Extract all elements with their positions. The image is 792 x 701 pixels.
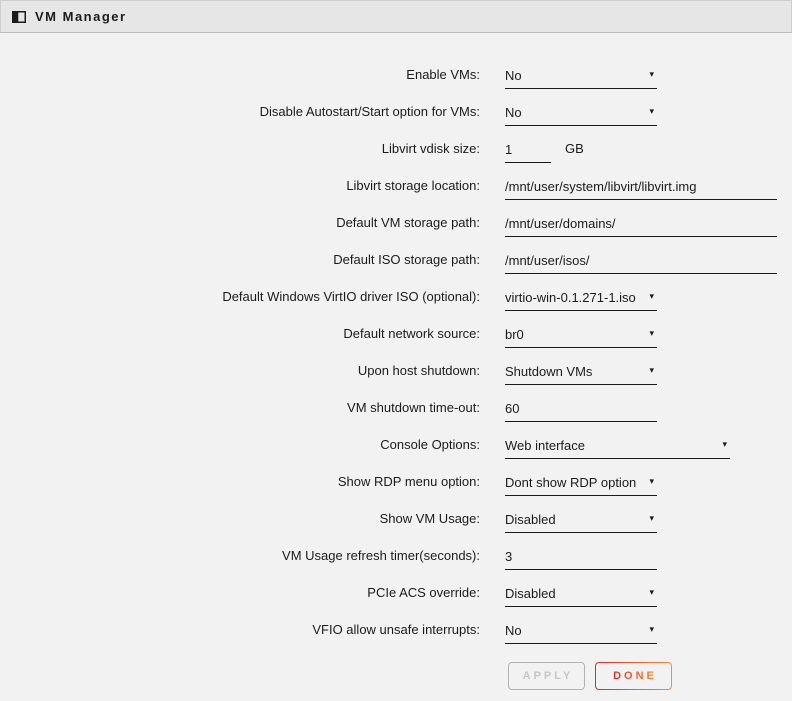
field-label: Show VM Usage: bbox=[0, 511, 480, 527]
field-label: Default VM storage path: bbox=[0, 215, 480, 231]
done-button[interactable]: DONE bbox=[595, 662, 672, 690]
form-row-rdp-menu: Show RDP menu option: Dont show RDP opti… bbox=[0, 474, 792, 496]
iso-storage-path-input[interactable] bbox=[505, 252, 777, 269]
form-row-enable-vms: Enable VMs: No ▾ bbox=[0, 67, 792, 89]
vm-storage-path-input[interactable] bbox=[505, 215, 777, 232]
form-row-vdisk-size: Libvirt vdisk size: GB bbox=[0, 141, 792, 163]
vdisk-size-field[interactable] bbox=[505, 141, 551, 163]
vdisk-size-input[interactable] bbox=[505, 141, 551, 158]
form-row-host-shutdown: Upon host shutdown: Shutdown VMs ▾ bbox=[0, 363, 792, 385]
field-label: Libvirt storage location: bbox=[0, 178, 480, 194]
vdisk-size-unit: GB bbox=[565, 141, 584, 157]
rdp-menu-field[interactable]: Dont show RDP option ▾ bbox=[505, 474, 657, 496]
form-row-vfio-interrupts: VFIO allow unsafe interrupts: No ▾ bbox=[0, 622, 792, 644]
form-row-network-source: Default network source: br0 ▾ bbox=[0, 326, 792, 348]
field-label: VM Usage refresh timer(seconds): bbox=[0, 548, 480, 564]
field-label: Upon host shutdown: bbox=[0, 363, 480, 379]
enable-vms-field[interactable]: No ▾ bbox=[505, 67, 657, 89]
form-row-usage-refresh: VM Usage refresh timer(seconds): bbox=[0, 548, 792, 570]
form-row-disable-autostart: Disable Autostart/Start option for VMs: … bbox=[0, 104, 792, 126]
virtio-iso-field[interactable]: virtio-win-0.1.271-1.iso ▾ bbox=[505, 289, 657, 311]
host-shutdown-select[interactable]: Shutdown VMs bbox=[505, 363, 657, 380]
field-label: Show RDP menu option: bbox=[0, 474, 480, 490]
field-label: Default network source: bbox=[0, 326, 480, 342]
shutdown-timeout-input[interactable] bbox=[505, 400, 657, 417]
done-button-label: DONE bbox=[610, 670, 657, 682]
field-label: PCIe ACS override: bbox=[0, 585, 480, 601]
iso-storage-path-field[interactable] bbox=[505, 252, 777, 274]
form-row-console-options: Console Options: Web interface ▾ bbox=[0, 437, 792, 459]
network-source-select[interactable]: br0 bbox=[505, 326, 657, 343]
page-title: VM Manager bbox=[35, 9, 127, 24]
form-row-pcie-acs: PCIe ACS override: Disabled ▾ bbox=[0, 585, 792, 607]
form-row-iso-storage-path: Default ISO storage path: bbox=[0, 252, 792, 274]
form-row-vm-storage-path: Default VM storage path: bbox=[0, 215, 792, 237]
virtio-iso-select[interactable]: virtio-win-0.1.271-1.iso bbox=[505, 289, 657, 306]
network-source-field[interactable]: br0 ▾ bbox=[505, 326, 657, 348]
libvirt-location-input[interactable] bbox=[505, 178, 777, 195]
vm-usage-field[interactable]: Disabled ▾ bbox=[505, 511, 657, 533]
vfio-interrupts-select[interactable]: No bbox=[505, 622, 657, 639]
rdp-menu-select[interactable]: Dont show RDP option bbox=[505, 474, 657, 491]
vm-manager-form: Enable VMs: No ▾ Disable Autostart/Start… bbox=[0, 33, 792, 690]
field-label: Console Options: bbox=[0, 437, 480, 453]
form-buttons: APPLY DONE bbox=[508, 662, 792, 690]
pcie-acs-field[interactable]: Disabled ▾ bbox=[505, 585, 657, 607]
enable-vms-select[interactable]: No bbox=[505, 67, 657, 84]
field-label: Default Windows VirtIO driver ISO (optio… bbox=[0, 289, 480, 305]
columns-icon bbox=[12, 11, 26, 23]
field-label: Disable Autostart/Start option for VMs: bbox=[0, 104, 480, 120]
form-row-shutdown-timeout: VM shutdown time-out: bbox=[0, 400, 792, 422]
usage-refresh-field[interactable] bbox=[505, 548, 657, 570]
apply-button[interactable]: APPLY bbox=[508, 662, 585, 690]
shutdown-timeout-field[interactable] bbox=[505, 400, 657, 422]
console-options-select[interactable]: Web interface bbox=[505, 437, 730, 454]
field-label: VM shutdown time-out: bbox=[0, 400, 480, 416]
field-label: Default ISO storage path: bbox=[0, 252, 480, 268]
field-label: Enable VMs: bbox=[0, 67, 480, 83]
vm-usage-select[interactable]: Disabled bbox=[505, 511, 657, 528]
disable-autostart-field[interactable]: No ▾ bbox=[505, 104, 657, 126]
form-row-vm-usage: Show VM Usage: Disabled ▾ bbox=[0, 511, 792, 533]
host-shutdown-field[interactable]: Shutdown VMs ▾ bbox=[505, 363, 657, 385]
field-label: Libvirt vdisk size: bbox=[0, 141, 480, 157]
usage-refresh-input[interactable] bbox=[505, 548, 657, 565]
titlebar: VM Manager bbox=[0, 0, 792, 33]
pcie-acs-select[interactable]: Disabled bbox=[505, 585, 657, 602]
disable-autostart-select[interactable]: No bbox=[505, 104, 657, 121]
vm-storage-path-field[interactable] bbox=[505, 215, 777, 237]
console-options-field[interactable]: Web interface ▾ bbox=[505, 437, 730, 459]
vfio-interrupts-field[interactable]: No ▾ bbox=[505, 622, 657, 644]
form-row-libvirt-location: Libvirt storage location: bbox=[0, 178, 792, 200]
field-label: VFIO allow unsafe interrupts: bbox=[0, 622, 480, 638]
libvirt-location-field[interactable] bbox=[505, 178, 777, 200]
form-row-virtio-iso: Default Windows VirtIO driver ISO (optio… bbox=[0, 289, 792, 311]
